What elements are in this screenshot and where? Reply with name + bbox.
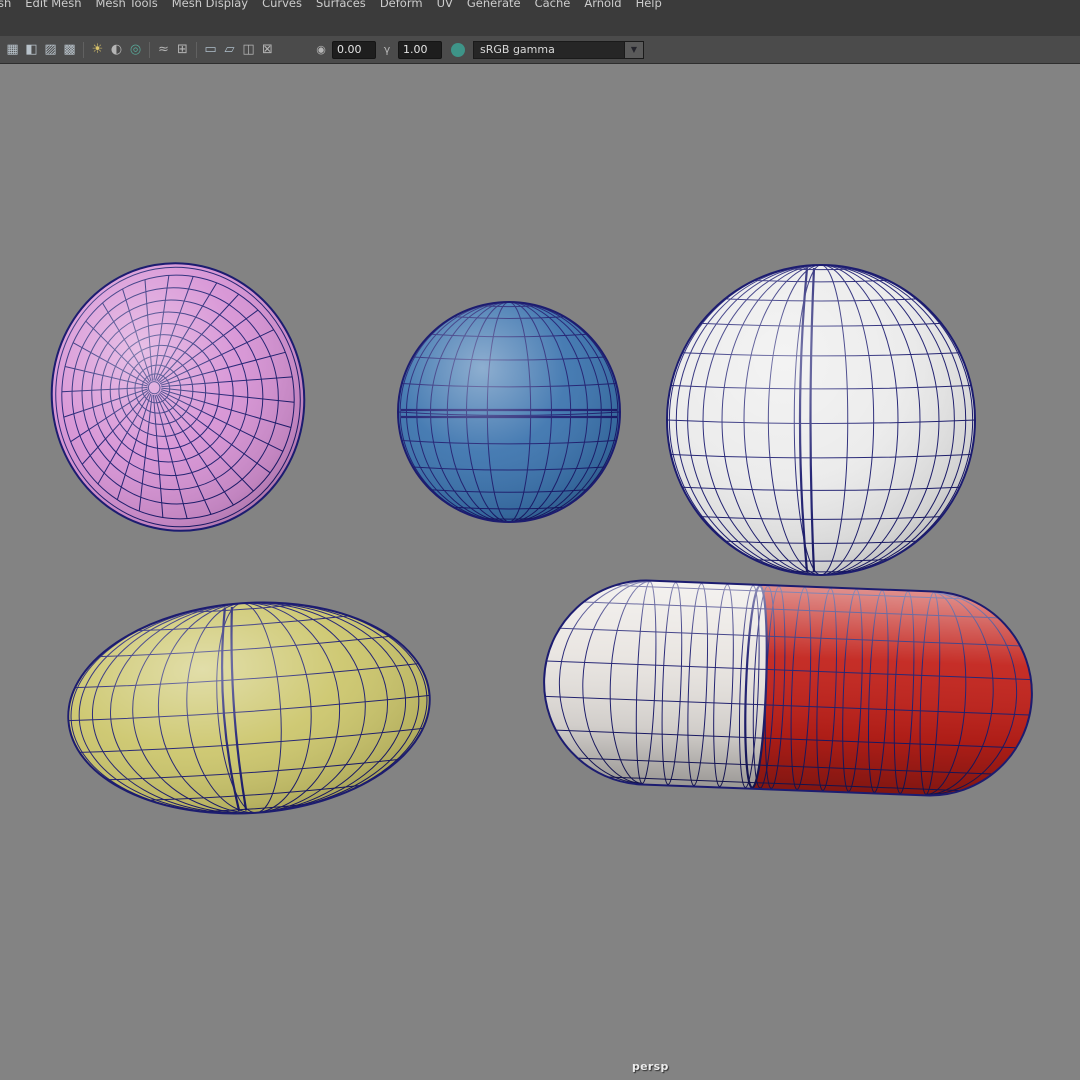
menu-item-curves[interactable]: Curves — [255, 0, 309, 10]
toolbar-separator — [149, 41, 150, 58]
image-plane-icon[interactable]: ▭ — [201, 40, 220, 60]
view-transform-value: sRGB gamma — [473, 40, 625, 59]
chevron-down-icon[interactable]: ▼ — [625, 40, 644, 59]
color-management-icon[interactable] — [451, 42, 465, 57]
menu-item-surfaces[interactable]: Surfaces — [309, 0, 373, 10]
object-white-sphere-pill[interactable] — [666, 264, 976, 576]
menu-item-deform[interactable]: Deform — [373, 0, 430, 10]
menu-item-generate[interactable]: Generate — [460, 0, 528, 10]
menu-item-uv[interactable]: UV — [430, 0, 460, 10]
panel-toolbar: ▦ ◧ ▨ ▩ ☀ ◐ ◎ ≈ ⊞ ▭ ▱ ◫ ⊠ ◉ γ sRGB gamma… — [0, 36, 1080, 64]
wireframe-on-shaded-icon[interactable]: ▩ — [60, 40, 79, 60]
isolate-select-icon[interactable]: ◫ — [239, 40, 258, 60]
menu-item-cache[interactable]: Cache — [528, 0, 578, 10]
shadows-icon[interactable]: ◐ — [107, 40, 126, 60]
menu-item-edit-mesh[interactable]: Edit Mesh — [18, 0, 88, 10]
menu-item-mesh-display[interactable]: Mesh Display — [165, 0, 255, 10]
textured-display-icon[interactable]: ▨ — [41, 40, 60, 60]
toolbar-separator — [196, 41, 197, 58]
multisample-icon[interactable]: ⊞ — [173, 40, 192, 60]
wireframe-display-icon[interactable]: ◧ — [22, 40, 41, 60]
xray-icon[interactable]: ⊠ — [258, 40, 277, 60]
object-red-white-capsule[interactable] — [540, 577, 1035, 800]
menu-item-help[interactable]: Help — [629, 0, 669, 10]
view-transform-dropdown[interactable]: sRGB gamma ▼ — [473, 40, 644, 59]
texture-view-icon[interactable]: ▱ — [220, 40, 239, 60]
menubar: Mesh Edit Mesh Mesh Tools Mesh Display C… — [0, 0, 1080, 36]
gamma-input[interactable] — [398, 40, 442, 59]
camera-name-label: persp — [632, 1060, 669, 1073]
maya-window: Mesh Edit Mesh Mesh Tools Mesh Display C… — [0, 0, 1080, 1080]
gamma-icon[interactable]: γ — [379, 40, 395, 60]
exposure-icon[interactable]: ◉ — [313, 40, 329, 60]
perspective-viewport[interactable]: persp — [0, 64, 1080, 1080]
shaded-display-icon[interactable]: ▦ — [3, 40, 22, 60]
viewport-canvas[interactable] — [0, 64, 1080, 1080]
menu-item-mesh-tools[interactable]: Mesh Tools — [88, 0, 164, 10]
menu-item-mesh[interactable]: Mesh — [0, 0, 18, 10]
motion-blur-icon[interactable]: ≈ — [154, 40, 173, 60]
occlusion-icon[interactable]: ◎ — [126, 40, 145, 60]
toolbar-separator — [83, 41, 84, 58]
default-lighting-icon[interactable]: ☀ — [88, 40, 107, 60]
exposure-input[interactable] — [332, 40, 376, 59]
object-blue-sphere-pill[interactable] — [397, 301, 621, 523]
object-pink-round-tablet[interactable] — [31, 243, 326, 551]
object-yellow-oval-tablet[interactable] — [61, 591, 437, 826]
menu-item-arnold[interactable]: Arnold — [577, 0, 628, 10]
menubar-row: Mesh Edit Mesh Mesh Tools Mesh Display C… — [0, 0, 669, 10]
